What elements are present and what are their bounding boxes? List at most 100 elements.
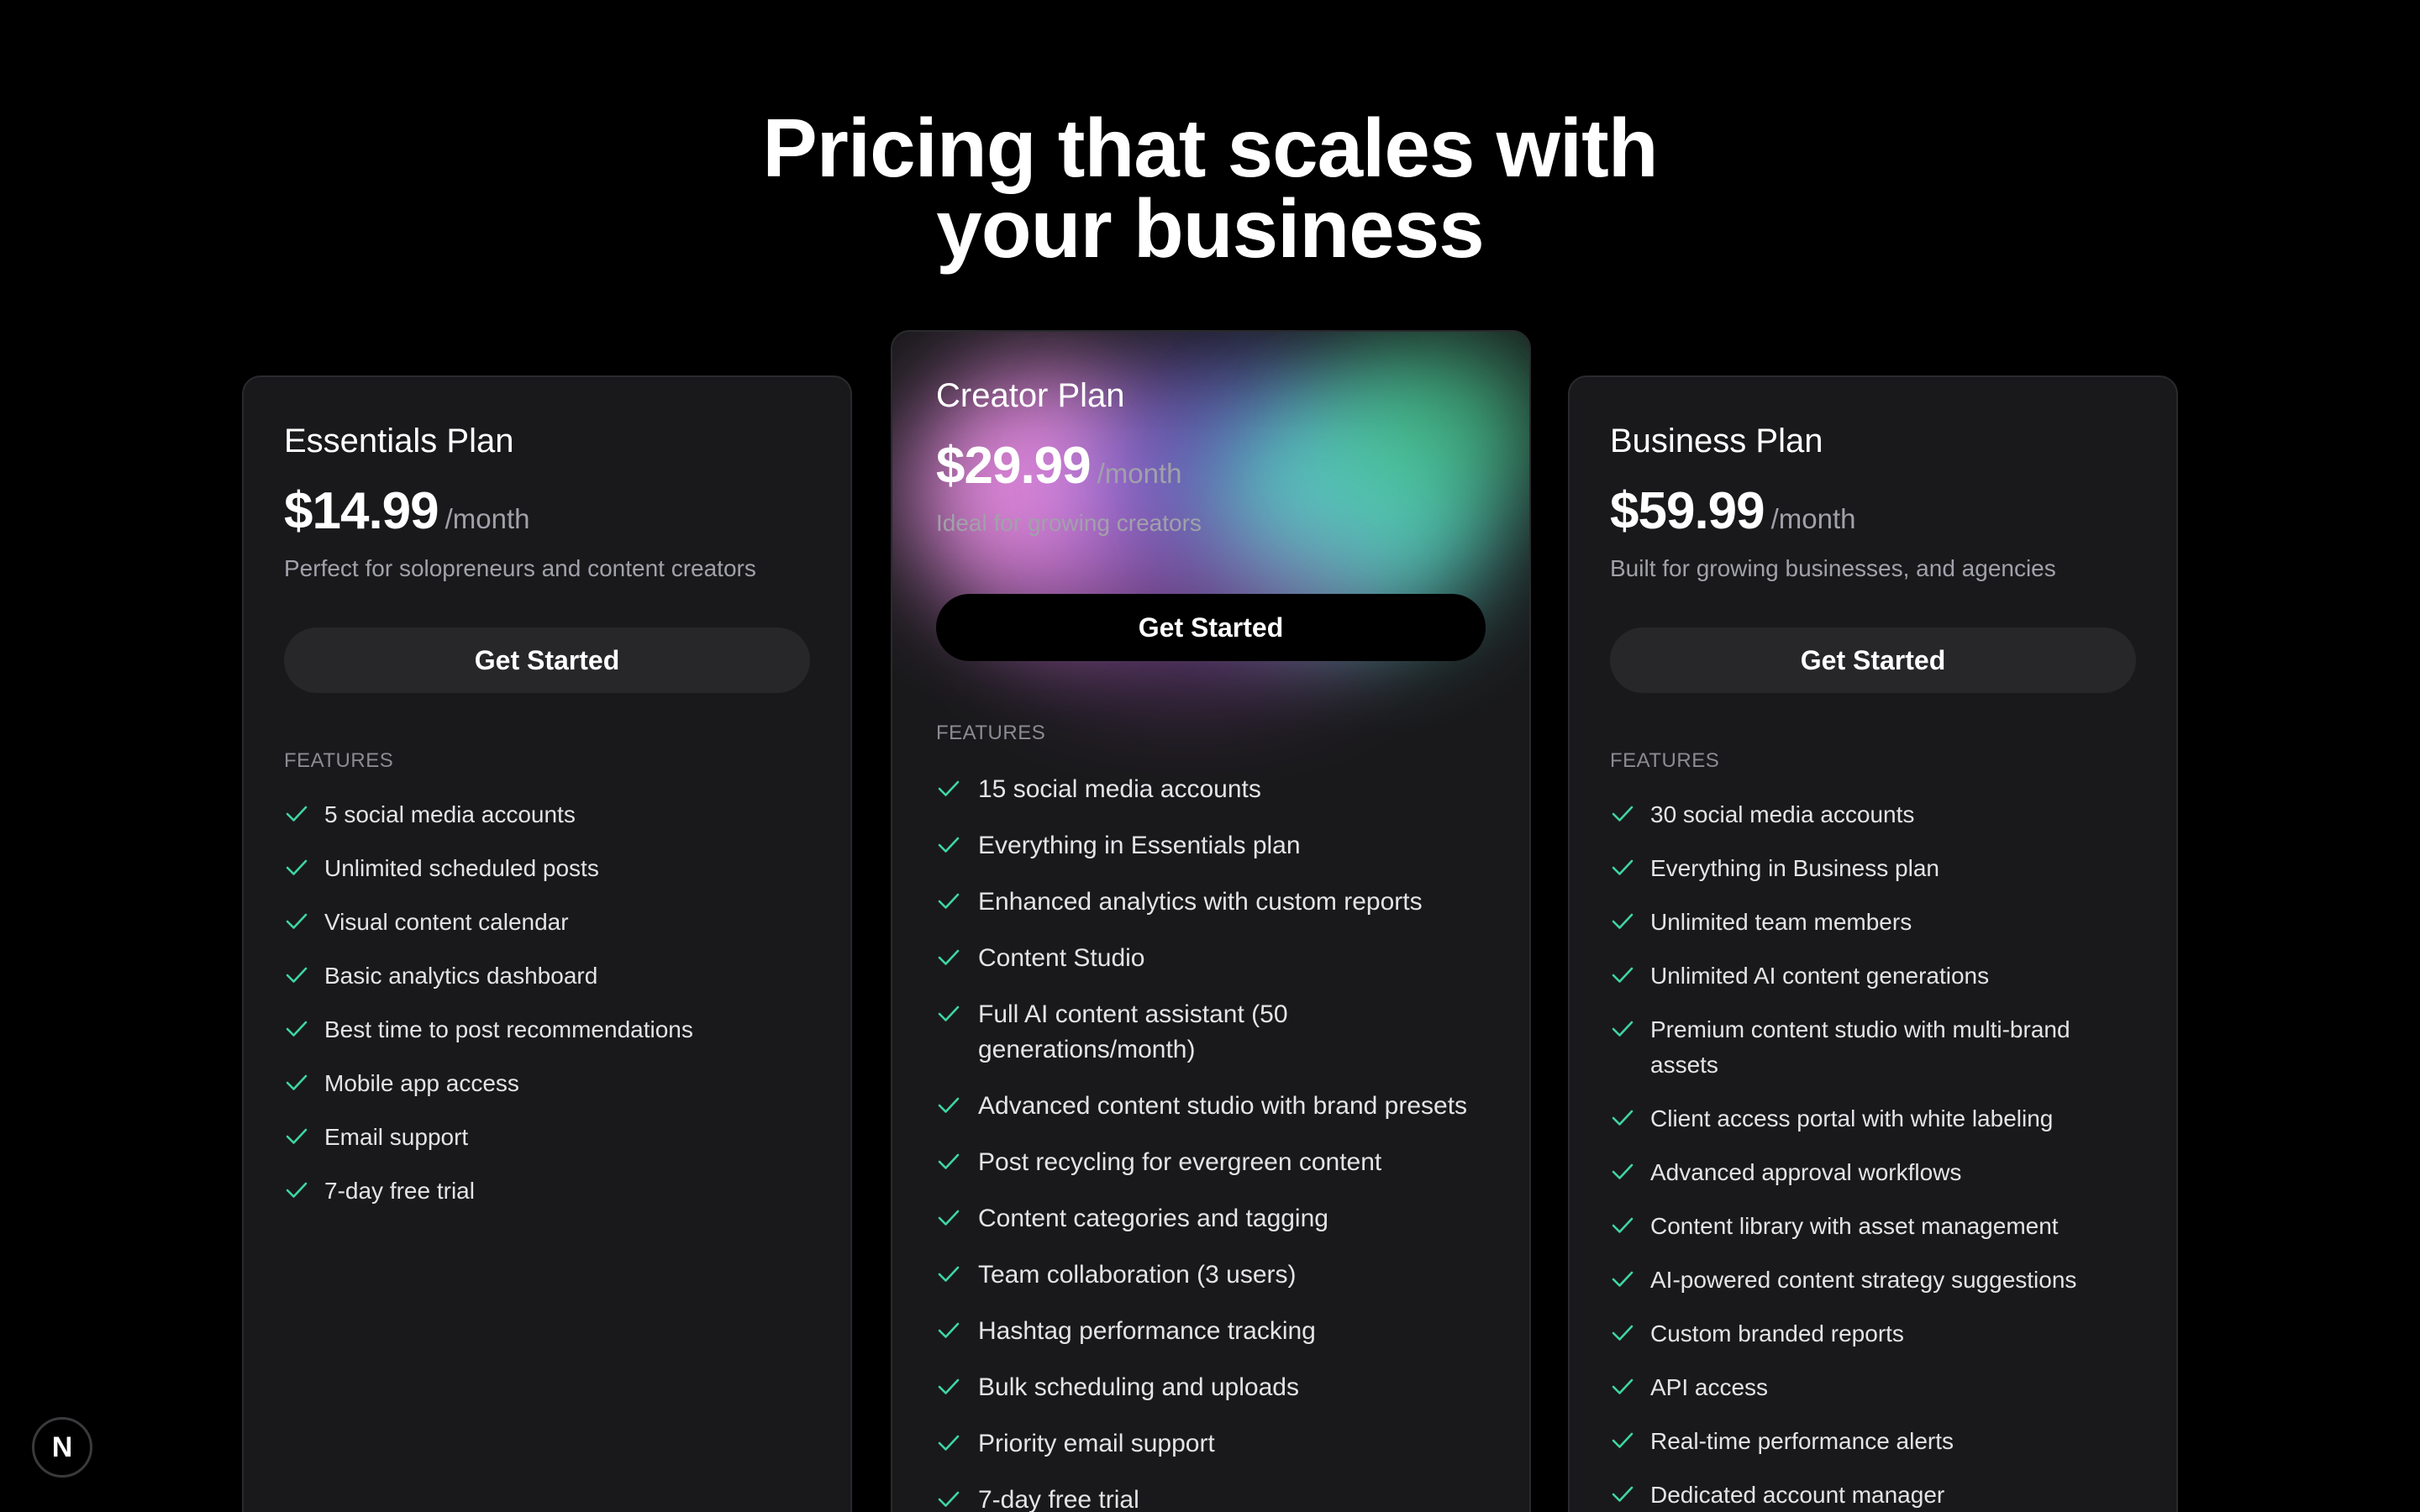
check-icon: [1612, 1217, 1634, 1233]
check-icon: [938, 1378, 960, 1394]
check-icon: [938, 1491, 960, 1507]
get-started-button[interactable]: Get Started: [936, 594, 1486, 661]
feature-item: Visual content calendar: [284, 905, 810, 940]
feature-item: Team collaboration (3 users): [936, 1257, 1486, 1293]
page-title-line-2: your business: [936, 182, 1484, 275]
check-icon: [1612, 1432, 1634, 1448]
feature-item: API access: [1610, 1370, 2136, 1405]
check-icon: [1612, 1271, 1634, 1287]
feature-text: Visual content calendar: [324, 909, 569, 935]
check-icon: [938, 1005, 960, 1021]
feature-item: Content library with asset management: [1610, 1209, 2136, 1244]
feature-text: Dedicated account manager: [1650, 1482, 1945, 1508]
feature-text: Bulk scheduling and uploads: [978, 1373, 1299, 1401]
check-icon: [286, 1074, 308, 1090]
check-icon: [286, 967, 308, 983]
check-icon: [1612, 859, 1634, 875]
feature-item: Best time to post recommendations: [284, 1012, 810, 1047]
feature-text: Post recycling for evergreen content: [978, 1148, 1382, 1176]
features-label: FEATURES: [284, 749, 394, 772]
check-icon: [1612, 967, 1634, 983]
page-title: Pricing that scales with your business: [0, 107, 2420, 275]
feature-item: Everything in Essentials plan: [936, 828, 1486, 864]
feature-text: Advanced approval workflows: [1650, 1159, 1962, 1185]
feature-text: Full AI content assistant (50 generation…: [978, 1000, 1288, 1063]
feature-item: Advanced approval workflows: [1610, 1155, 2136, 1190]
feature-text: Content Studio: [978, 944, 1145, 972]
feature-text: Basic analytics dashboard: [324, 963, 598, 989]
feature-text: Priority email support: [978, 1430, 1215, 1457]
pricing-page: Pricing that scales with your business E…: [0, 0, 2420, 1512]
feature-item: 7-day free trial: [284, 1173, 810, 1209]
feature-item: Client access portal with white labeling: [1610, 1101, 2136, 1137]
feature-text: AI-powered content strategy suggestions: [1650, 1267, 2077, 1293]
plan-name: Business Plan: [1610, 423, 1823, 459]
feature-text: 7-day free trial: [978, 1486, 1139, 1512]
feature-item: Advanced content studio with brand prese…: [936, 1089, 1486, 1124]
feature-item: Post recycling for evergreen content: [936, 1145, 1486, 1180]
feature-text: 5 social media accounts: [324, 801, 576, 827]
plan-card-essentials: Essentials Plan $14.99/month Perfect for…: [242, 375, 852, 1512]
check-icon: [938, 1266, 960, 1282]
next-dev-indicator[interactable]: N: [32, 1417, 92, 1478]
plan-card-creator: Creator Plan $29.99/month Ideal for grow…: [891, 330, 1531, 1512]
feature-item: Unlimited AI content generations: [1610, 958, 2136, 994]
feature-text: Client access portal with white labeling: [1650, 1105, 2054, 1131]
price-row: $59.99/month: [1610, 481, 1856, 541]
check-icon: [286, 1128, 308, 1144]
check-icon: [1612, 806, 1634, 822]
feature-item: Basic analytics dashboard: [284, 958, 810, 994]
feature-text: Enhanced analytics with custom reports: [978, 888, 1423, 916]
feature-item: Premium content studio with multi-brand …: [1610, 1012, 2136, 1083]
feature-text: Email support: [324, 1124, 469, 1150]
check-icon: [938, 780, 960, 796]
check-icon: [938, 949, 960, 965]
plan-description: Built for growing businesses, and agenci…: [1610, 555, 2056, 581]
feature-list: 5 social media accounts Unlimited schedul…: [284, 797, 810, 1227]
feature-item: Dedicated account manager: [1610, 1478, 2136, 1512]
check-icon: [286, 859, 308, 875]
check-icon: [1612, 1325, 1634, 1341]
feature-text: Best time to post recommendations: [324, 1016, 693, 1042]
feature-item: Content categories and tagging: [936, 1201, 1486, 1236]
feature-text: Everything in Business plan: [1650, 855, 1939, 881]
feature-text: Content categories and tagging: [978, 1205, 1328, 1232]
feature-text: Advanced content studio with brand prese…: [978, 1092, 1468, 1120]
plan-name: Essentials Plan: [284, 423, 514, 459]
plan-price: $29.99: [936, 437, 1092, 495]
get-started-button[interactable]: Get Started: [1610, 627, 2136, 693]
feature-text: Hashtag performance tracking: [978, 1317, 1316, 1345]
check-icon: [938, 1322, 960, 1338]
plan-price: $14.99: [284, 482, 439, 540]
feature-item: Bulk scheduling and uploads: [936, 1370, 1486, 1405]
feature-item: Real-time performance alerts: [1610, 1424, 2136, 1459]
feature-text: Premium content studio with multi-brand …: [1650, 1016, 2070, 1078]
feature-item: Unlimited team members: [1610, 905, 2136, 940]
plan-price: $59.99: [1610, 482, 1765, 540]
plan-name: Creator Plan: [936, 377, 1125, 414]
feature-text: Team collaboration (3 users): [978, 1261, 1297, 1289]
feature-text: Custom branded reports: [1650, 1320, 1904, 1347]
feature-item: Full AI content assistant (50 generation…: [936, 997, 1486, 1068]
feature-item: 5 social media accounts: [284, 797, 810, 832]
check-icon: [938, 1097, 960, 1113]
feature-list: 15 social media accounts Everything in Es…: [936, 772, 1486, 1512]
get-started-button[interactable]: Get Started: [284, 627, 810, 693]
plan-period: /month: [1770, 503, 1856, 534]
feature-text: 7-day free trial: [324, 1178, 475, 1204]
features-label: FEATURES: [936, 722, 1046, 744]
check-icon: [286, 1182, 308, 1198]
feature-item: 30 social media accounts: [1610, 797, 2136, 832]
features-label: FEATURES: [1610, 749, 1720, 772]
feature-list: 30 social media accounts Everything in Bu…: [1610, 797, 2136, 1512]
check-icon: [1612, 1021, 1634, 1037]
feature-text: Everything in Essentials plan: [978, 832, 1301, 859]
feature-text: Mobile app access: [324, 1070, 519, 1096]
feature-item: Content Studio: [936, 941, 1486, 976]
check-icon: [1612, 913, 1634, 929]
feature-text: Content library with asset management: [1650, 1213, 2059, 1239]
check-icon: [1612, 1378, 1634, 1394]
feature-item: Hashtag performance tracking: [936, 1314, 1486, 1349]
feature-text: API access: [1650, 1374, 1769, 1400]
feature-text: Unlimited scheduled posts: [324, 855, 599, 881]
